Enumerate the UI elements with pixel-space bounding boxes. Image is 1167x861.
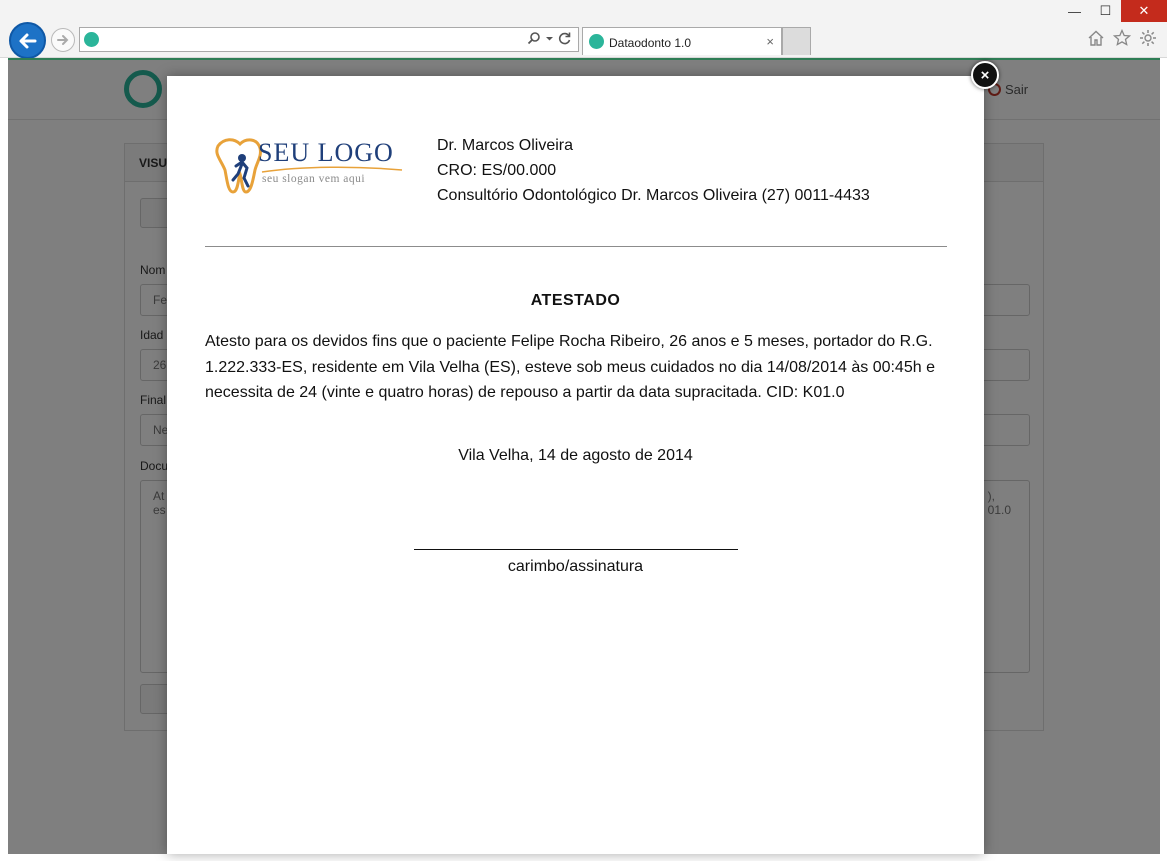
gear-icon[interactable] bbox=[1139, 29, 1157, 47]
logo-slogan: seu slogan vem aqui bbox=[262, 173, 366, 185]
clinic-logo: SEU LOGO seu slogan vem aqui bbox=[212, 136, 407, 196]
star-icon[interactable] bbox=[1113, 29, 1131, 47]
refresh-icon[interactable] bbox=[558, 31, 572, 45]
modal-close-button[interactable]: × bbox=[971, 61, 999, 89]
dropdown-chevron-icon[interactable] bbox=[545, 34, 554, 43]
tab-title: Dataodonto 1.0 bbox=[609, 36, 692, 50]
certificate-modal: SEU LOGO seu slogan vem aqui Dr. Marcos … bbox=[167, 76, 984, 854]
document-date: Vila Velha, 14 de agosto de 2014 bbox=[458, 447, 693, 464]
home-icon[interactable] bbox=[1087, 29, 1105, 47]
browser-chrome: — ☐ ✕ Dataodonto 1.0 × bbox=[0, 0, 1167, 59]
back-arrow-icon bbox=[19, 33, 36, 48]
signature-label: carimbo/assinatura bbox=[507, 558, 644, 575]
dentist-cro: CRO: ES/00.000 bbox=[437, 162, 557, 179]
tab-favicon-icon bbox=[589, 34, 604, 49]
tab-close-icon[interactable]: × bbox=[766, 34, 774, 49]
dentist-name: Dr. Marcos Oliveira bbox=[437, 137, 574, 154]
maximize-button[interactable]: ☐ bbox=[1090, 0, 1121, 22]
signature-line bbox=[414, 549, 738, 550]
address-bar[interactable] bbox=[79, 27, 579, 52]
minimize-button[interactable]: — bbox=[1059, 0, 1090, 22]
document-title: ATESTADO bbox=[530, 292, 621, 309]
back-button[interactable] bbox=[9, 22, 46, 59]
forward-arrow-icon bbox=[57, 35, 69, 45]
dentist-info: Dr. Marcos Oliveira CRO: ES/00.000 Consu… bbox=[437, 133, 870, 208]
close-window-button[interactable]: ✕ bbox=[1121, 0, 1167, 22]
new-tab-button[interactable] bbox=[782, 27, 811, 55]
document-body: Atesto para os devidos fins que o pacien… bbox=[205, 333, 935, 401]
tab-dataodonto[interactable]: Dataodonto 1.0 × bbox=[582, 27, 782, 55]
site-favicon-icon bbox=[84, 32, 99, 47]
forward-button[interactable] bbox=[51, 28, 75, 52]
logo-text: SEU LOGO bbox=[258, 138, 394, 167]
clinic-name-phone: Consultório Odontológico Dr. Marcos Oliv… bbox=[437, 187, 870, 204]
header-divider bbox=[205, 246, 947, 247]
window-controls: — ☐ ✕ bbox=[1059, 0, 1167, 22]
search-icon[interactable] bbox=[527, 31, 541, 45]
